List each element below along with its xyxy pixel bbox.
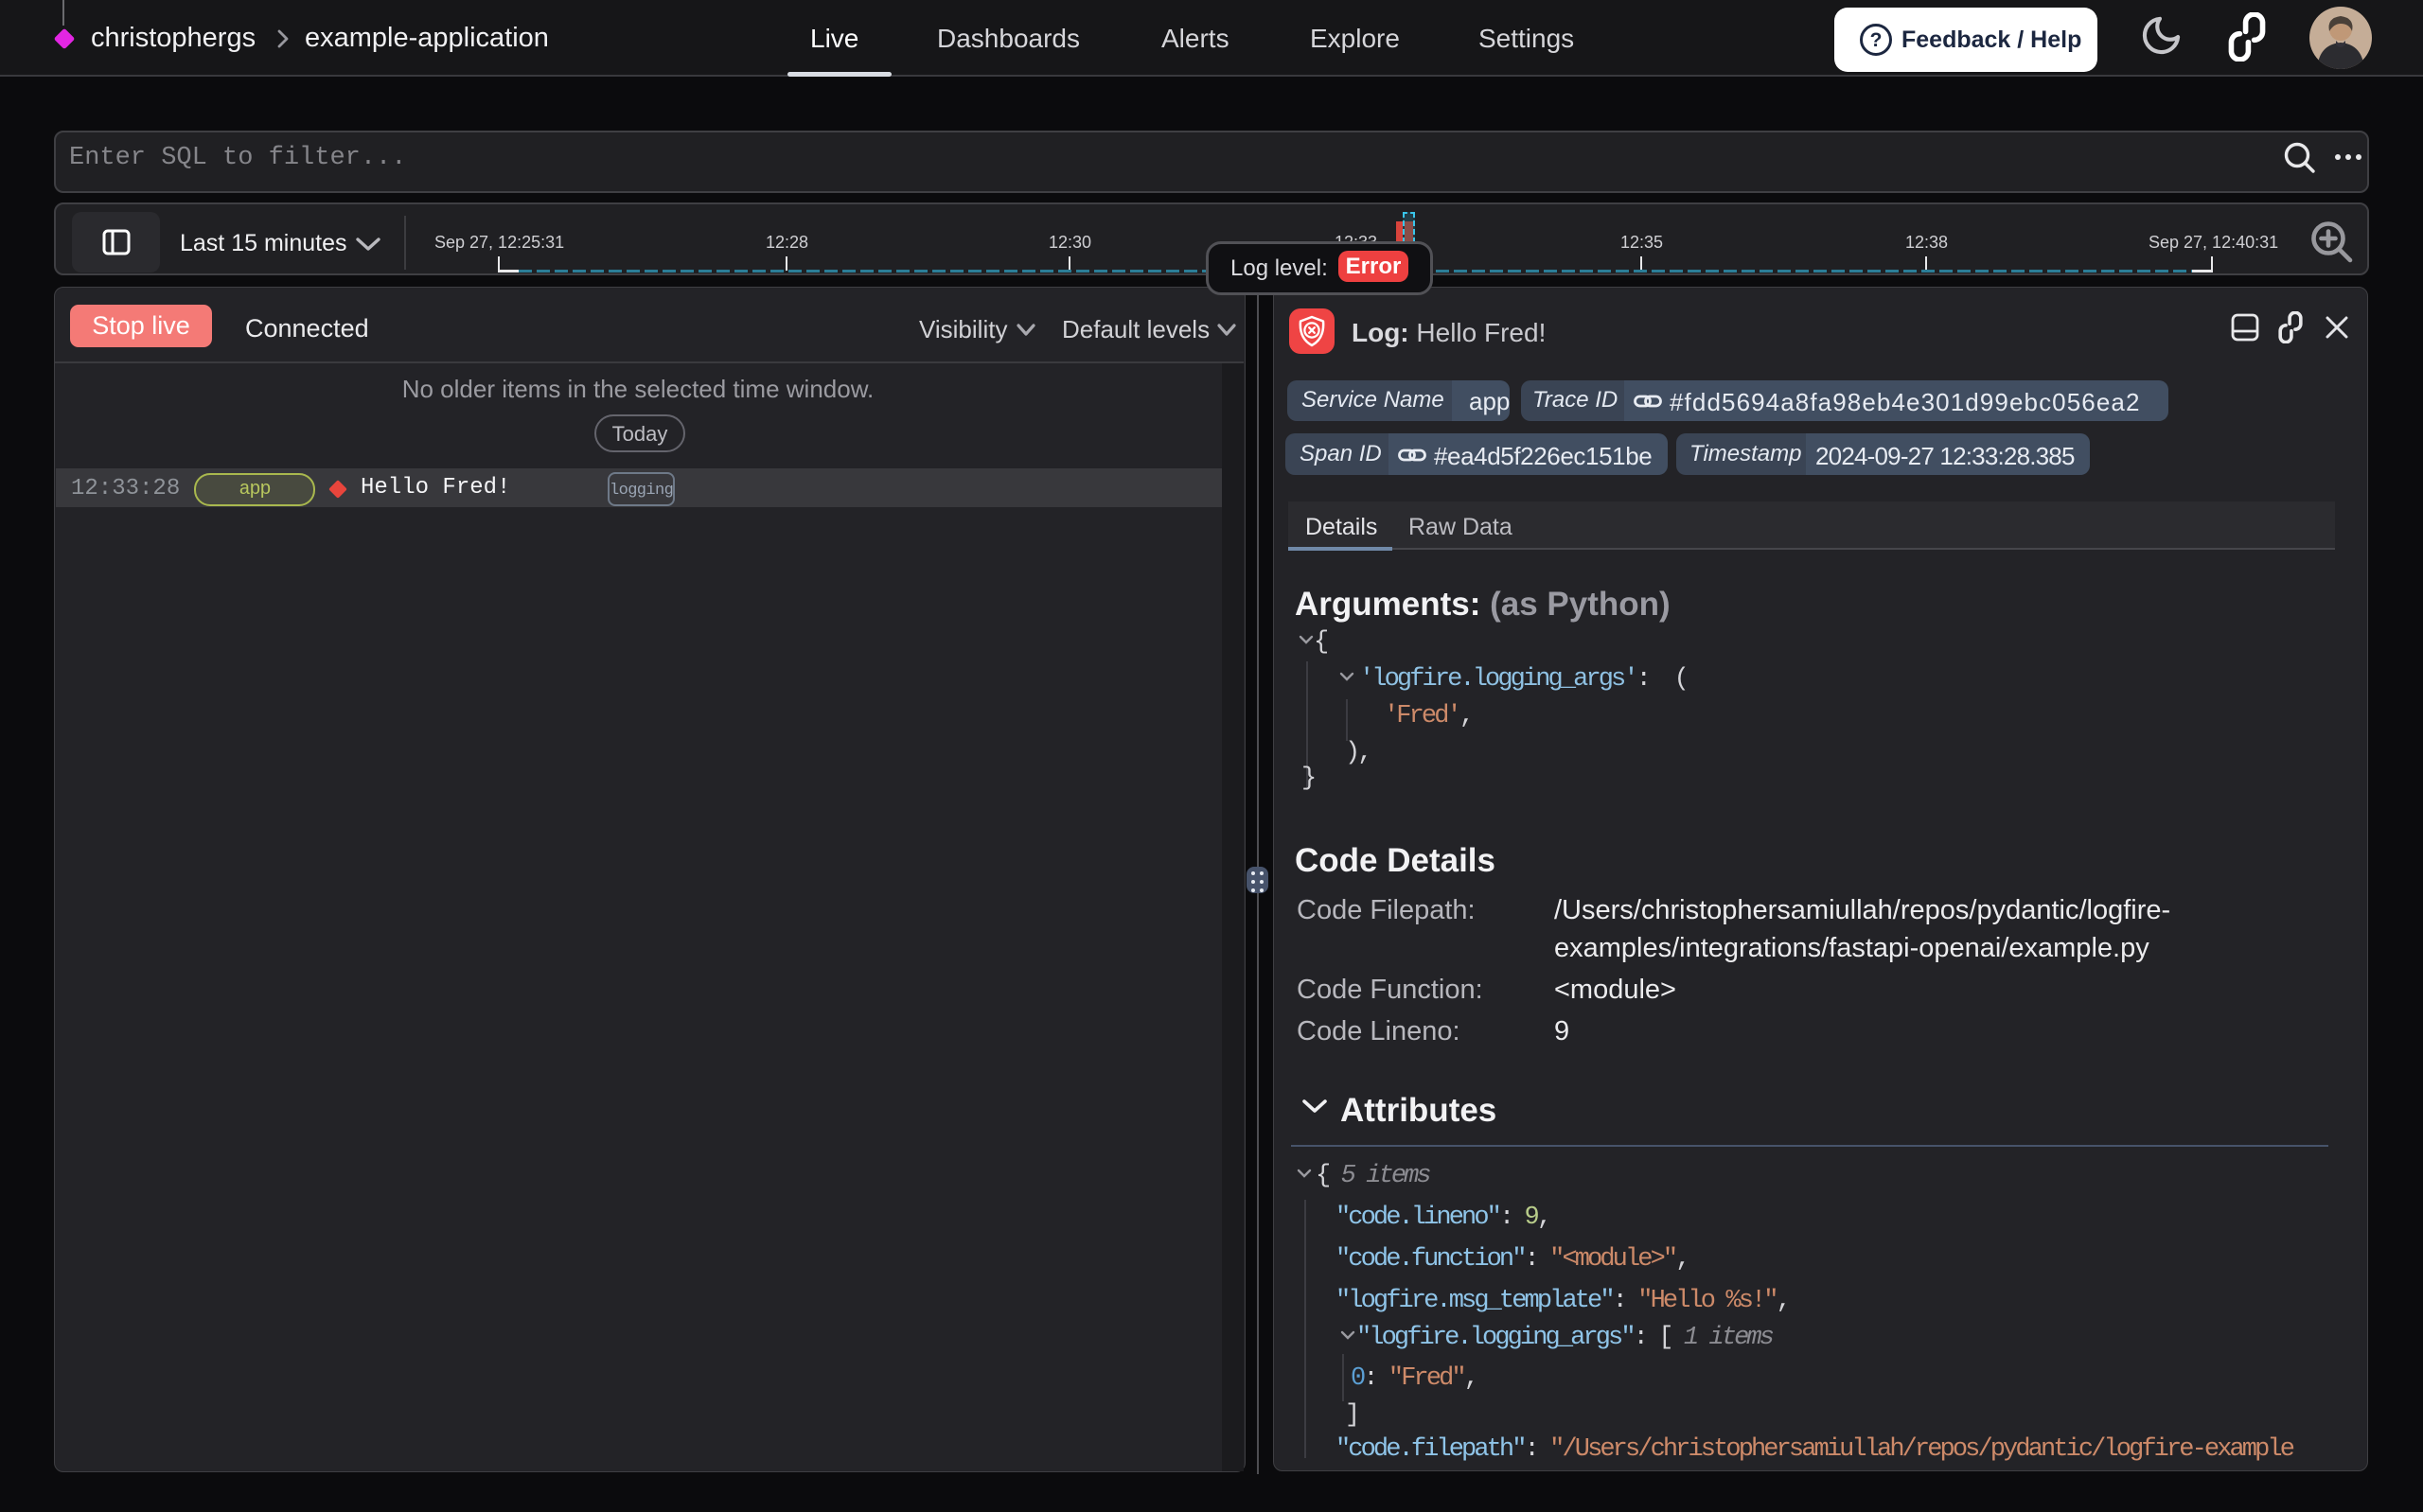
svg-text:?: ? xyxy=(1870,29,1883,51)
